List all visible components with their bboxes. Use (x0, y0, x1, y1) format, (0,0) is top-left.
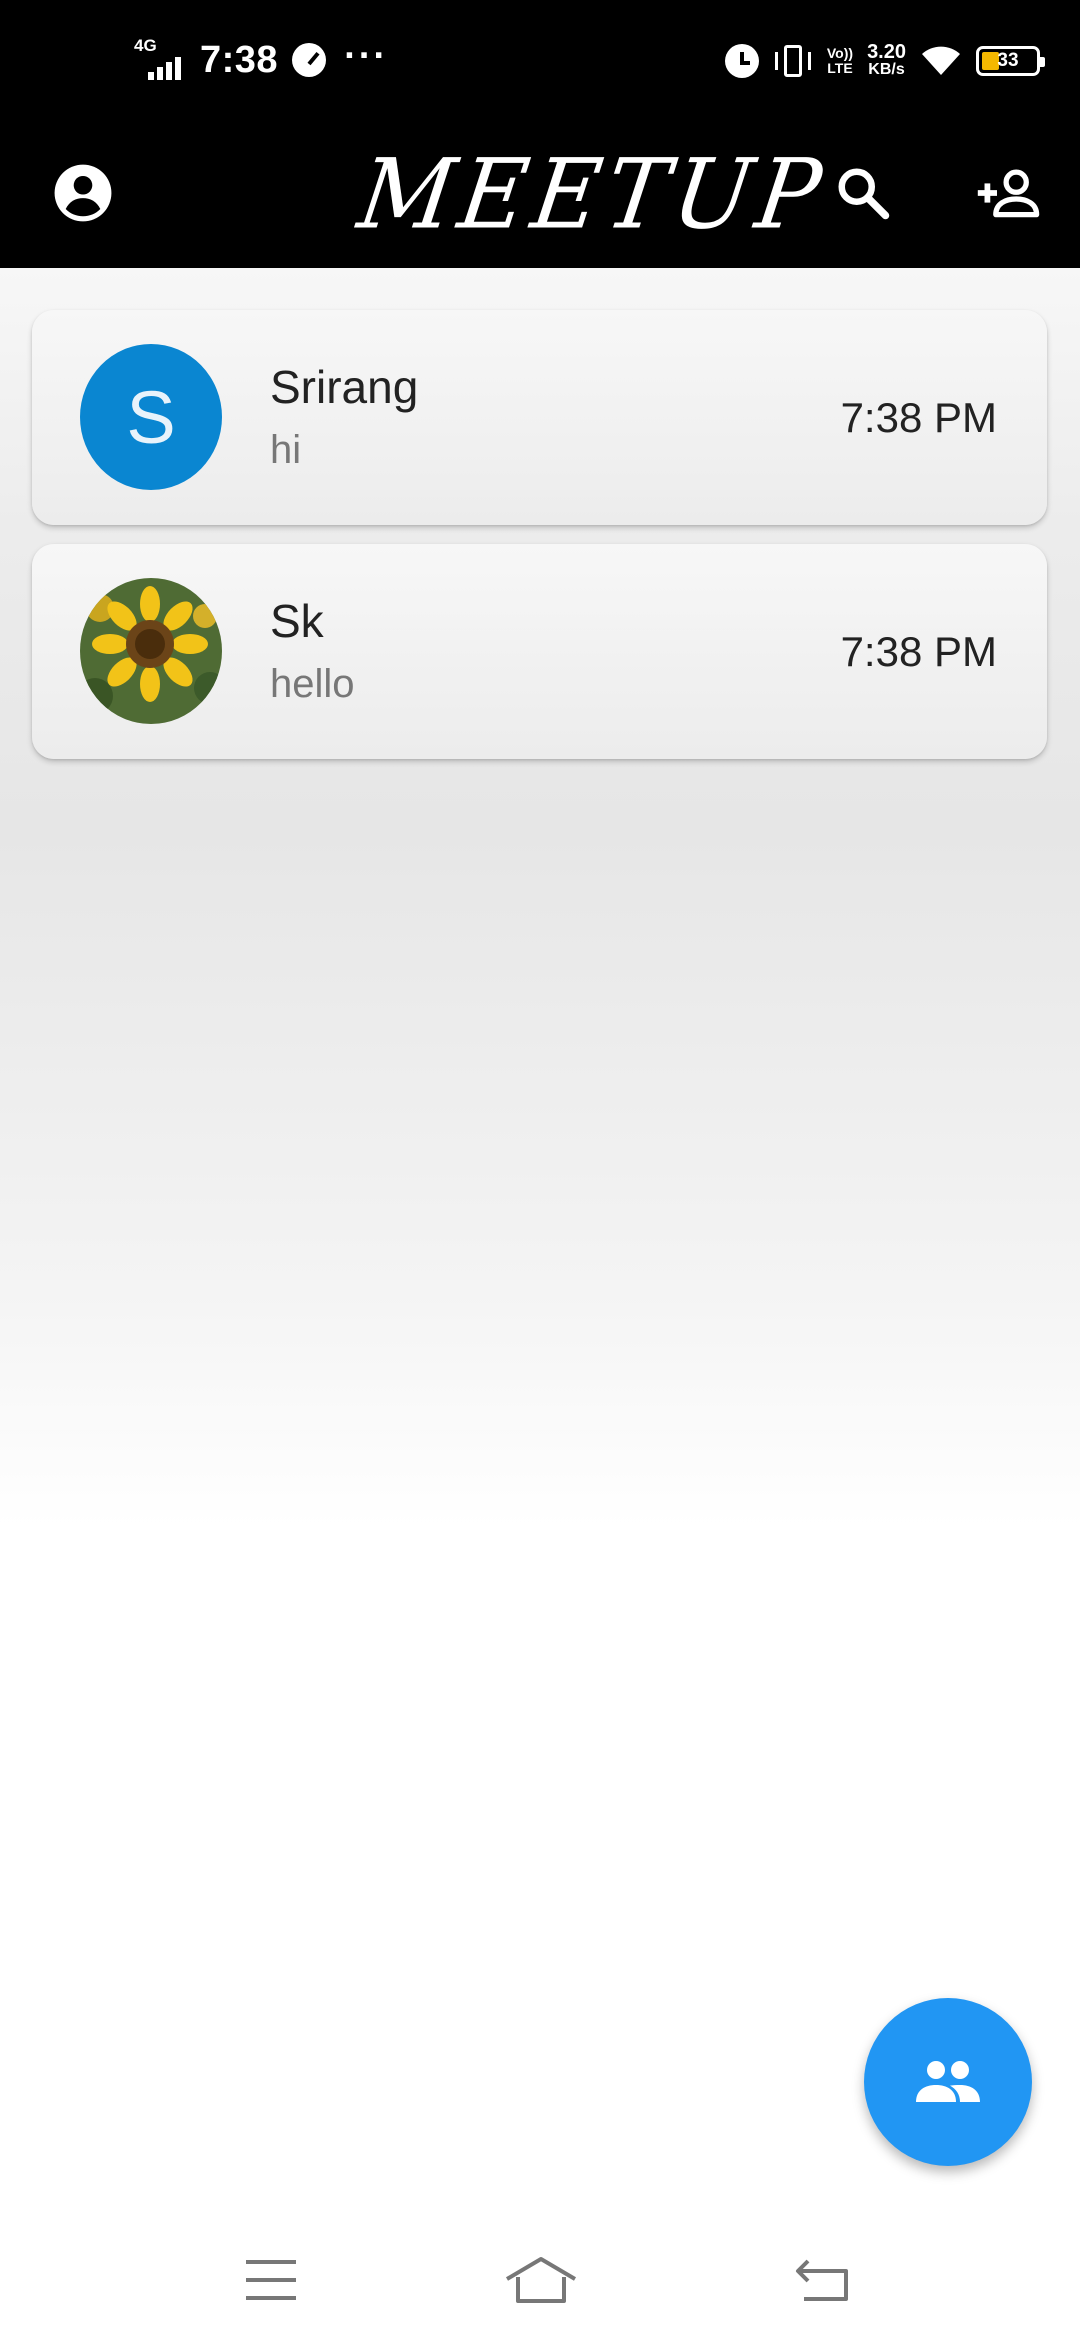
speedometer-icon (292, 43, 327, 77)
avatar (80, 578, 222, 724)
battery-icon: 33 (976, 46, 1045, 76)
more-notifications-icon: ··· (344, 35, 389, 77)
status-left: 4G 7:38 ··· (134, 30, 388, 90)
home-icon (505, 2257, 577, 2303)
chat-name: Srirang (270, 361, 419, 413)
search-icon (838, 168, 890, 220)
chat-time: 7:38 PM (840, 394, 997, 441)
status-bar: 4G 7:38 ··· Vo)) LTE 3.20 KB/s 33 (0, 0, 1080, 118)
menu-button[interactable] (226, 2248, 316, 2312)
avatar-letter: S (126, 375, 176, 459)
group-icon (916, 2061, 980, 2102)
account-circle-icon (54, 164, 112, 222)
chat-name: Sk (270, 595, 324, 647)
wifi-icon (922, 46, 960, 75)
avatar: S (80, 344, 222, 490)
volte-indicator: Vo)) LTE (827, 46, 853, 76)
status-right: Vo)) LTE 3.20 KB/s 33 (724, 36, 1045, 86)
person-add-icon (977, 169, 1040, 218)
menu-icon (246, 2260, 296, 2300)
chat-item[interactable]: S Srirang hi 7:38 PM (32, 310, 1047, 525)
network-speed: 3.20 KB/s (867, 41, 906, 78)
signal-icon: 4G (134, 36, 192, 84)
chat-time: 7:38 PM (840, 628, 997, 675)
alarm-icon (724, 44, 759, 78)
search-button[interactable] (818, 148, 908, 238)
app-title: MEETUP (352, 138, 834, 251)
chat-last-message: hi (270, 428, 302, 472)
network-speed-unit: KB/s (868, 61, 905, 78)
chat-list: S Srirang hi 7:38 PM Sk hello 7:38 PM (0, 268, 1080, 2218)
back-button[interactable] (778, 2248, 868, 2312)
home-button[interactable] (496, 2248, 586, 2312)
add-contact-button[interactable] (964, 148, 1054, 238)
app-bar: MEETUP (0, 118, 1080, 268)
status-time: 7:38 (200, 38, 279, 81)
profile-button[interactable] (38, 148, 128, 238)
chat-last-message: hello (270, 662, 355, 706)
vibrate-icon (773, 43, 813, 79)
sunflower-photo (80, 578, 222, 724)
network-type: 4G (134, 36, 157, 55)
lte-label: LTE (827, 60, 853, 76)
back-icon (796, 2259, 848, 2301)
chat-item[interactable]: Sk hello 7:38 PM (32, 544, 1047, 759)
battery-level: 33 (997, 50, 1019, 71)
network-speed-value: 3.20 (867, 41, 906, 63)
new-group-fab[interactable] (864, 1998, 1032, 2166)
navigation-bar (0, 2218, 1080, 2340)
volte-label: Vo)) (826, 45, 854, 61)
